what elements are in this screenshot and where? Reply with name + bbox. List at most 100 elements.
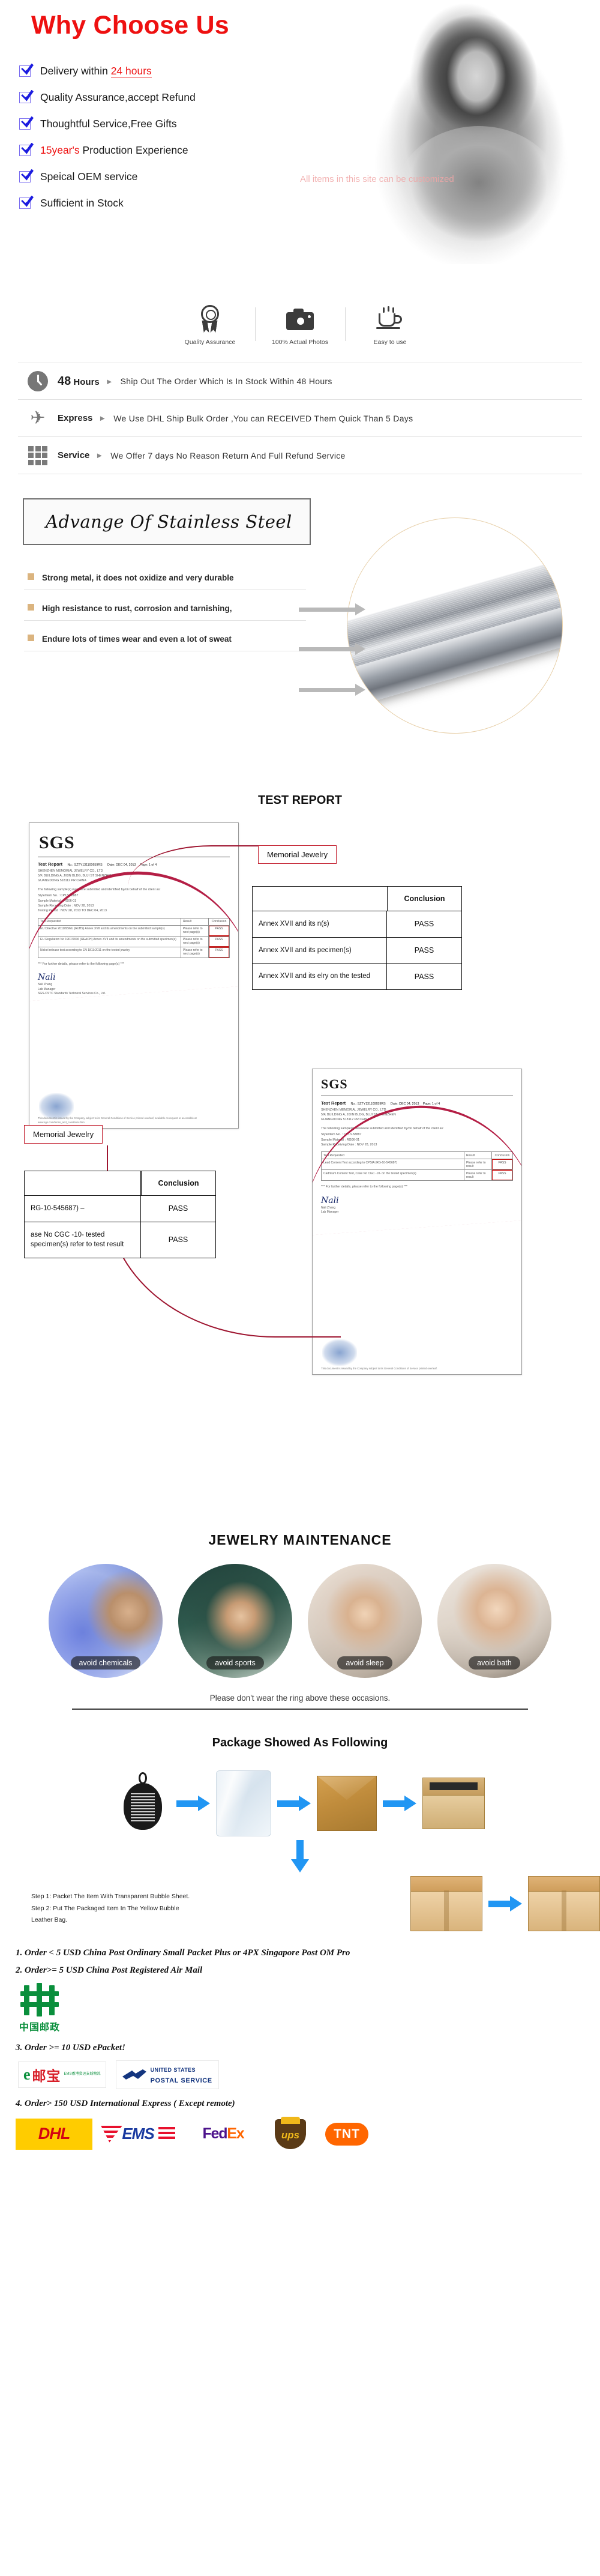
- package-flow-row-1: [0, 1770, 600, 1836]
- china-post-logo-row: 中国邮政: [18, 1982, 600, 2033]
- list-item-label: Quality Assurance,accept Refund: [40, 91, 196, 103]
- sgs-report-document-a: SGS Test Report No.: SZTY131100659RS Dat…: [29, 822, 239, 1129]
- table-header-row: Conclusion: [253, 887, 461, 911]
- ups-shield-icon: ups: [275, 2116, 306, 2149]
- table-cell-result: PASS: [168, 1235, 188, 1244]
- maintenance-caption: avoid bath: [437, 1656, 551, 1670]
- service-row-service: Service ► We Offer 7 days No Reason Retu…: [18, 437, 582, 474]
- service-lead: 48 Hours: [58, 374, 100, 388]
- arrow-down-icon: [291, 1839, 309, 1872]
- list-item-label: Thoughtful Service,Free Gifts: [40, 117, 177, 130]
- tnt-label: TNT: [334, 2126, 360, 2141]
- service-body: We Offer 7 days No Reason Return And Ful…: [110, 450, 346, 460]
- list-item: Endure lots of times wear and even a lot…: [24, 634, 306, 651]
- chevron-right-icon: ►: [98, 414, 107, 423]
- usps-eagle-icon: [122, 2068, 146, 2081]
- arrow-right-icon: [488, 1895, 522, 1911]
- package-step: Step 2: Put The Packaged Item In The Yel…: [31, 1904, 179, 1912]
- maintenance-caption: avoid chemicals: [49, 1656, 163, 1670]
- report-footer: This document is issued by the Company s…: [321, 1366, 437, 1370]
- package-section: Package Showed As Following Step 1: Pack…: [0, 1716, 600, 1937]
- dhl-logo: DHL: [16, 2118, 92, 2150]
- china-post-mark-icon: [18, 1982, 61, 2018]
- list-item: High resistance to rust, corrosion and t…: [24, 603, 306, 621]
- shipping-option-3: 3. Order >= 10 USD ePacket!: [16, 2042, 125, 2053]
- check-icon: [19, 65, 31, 77]
- carton-open-icon: [410, 1875, 482, 1931]
- test-report-section: TEST REPORT SGS Test Report No.: SZTY131…: [0, 790, 600, 1516]
- list-item: 15year's Production Experience: [19, 137, 355, 163]
- check-icon: [19, 170, 31, 182]
- steel-point-text: Endure lots of times wear and even a lot…: [42, 635, 232, 644]
- pendant-product-icon: [115, 1771, 170, 1836]
- memorial-jewelry-label: Memorial Jewelry: [258, 845, 337, 864]
- official-stamp: [39, 1093, 74, 1120]
- pointer-arrow-icon: [299, 643, 365, 655]
- maintenance-note: Please don't wear the ring above these o…: [209, 1694, 391, 1703]
- usps-line-1: UNITED STATES: [150, 2066, 196, 2073]
- table-header-cell: [253, 887, 387, 911]
- package-step: Step 1: Packet The Item With Transparent…: [31, 1893, 190, 1901]
- table-header-row: Conclusion: [25, 1171, 215, 1196]
- check-icon: [19, 144, 31, 156]
- table-cell-test: Annex XVII and its pecimen(s): [253, 937, 387, 964]
- shipping-option-4: 4. Order> 150 USD International Express …: [16, 2098, 235, 2108]
- maintenance-tile-avoid-sports: avoid sports: [178, 1564, 292, 1678]
- conclusion-table-a: Conclusion Annex XVII and its n(s) PASS …: [252, 886, 462, 991]
- check-icon: [19, 118, 31, 130]
- pointer-arrow-icon: [299, 684, 365, 696]
- watermark-text: All items in this site can be customized: [300, 174, 454, 184]
- list-item: Delivery within 24 hours: [19, 58, 355, 84]
- check-icon: [19, 197, 31, 209]
- shipping-options-section: 1. Order < 5 USD China Post Ordinary Sma…: [0, 1937, 600, 2168]
- badge-actual-photos: 100% Actual Photos: [255, 303, 345, 346]
- steel-point-text: Strong metal, it does not oxidize and ve…: [42, 573, 234, 582]
- table-cell-result: PASS: [414, 972, 434, 981]
- table-row: ase No CGC -10- tested specimen(s) refer…: [25, 1222, 215, 1258]
- airplane-icon: ✈: [30, 408, 46, 428]
- maintenance-tile-avoid-sleep: avoid sleep: [308, 1564, 422, 1678]
- official-stamp: [322, 1339, 357, 1366]
- list-item: Sufficient in Stock: [19, 190, 355, 216]
- grid-icon: [18, 445, 58, 465]
- epacket-sub-label: EMS香港货运支线物流: [64, 2072, 101, 2076]
- table-cell-test: Annex XVII and its n(s): [253, 911, 387, 937]
- decorative-swoosh: [29, 863, 238, 1002]
- table-row: Annex XVII and its n(s) PASS: [253, 911, 461, 938]
- maintenance-caption: avoid sports: [178, 1656, 292, 1670]
- quality-medal-icon: [173, 303, 247, 336]
- table-cell-test: RG-10-545687) –: [25, 1196, 141, 1222]
- ups-logo: ups: [269, 2116, 312, 2150]
- maintenance-tile-avoid-chemicals: avoid chemicals: [49, 1564, 163, 1678]
- report-heading: Test Report No.: SZTY131100659RS Date: D…: [38, 861, 157, 867]
- service-body: We Use DHL Ship Bulk Order ,You can RECE…: [113, 413, 413, 423]
- camera-icon: [263, 303, 337, 336]
- fedex-label-b: Ex: [227, 2125, 244, 2143]
- sgs-report-document-b: SGS Test Report No.: SZTY131100659RS Dat…: [312, 1069, 522, 1375]
- report-footer: This document is issued by the Company s…: [38, 1117, 197, 1124]
- shipping-option-2: 2. Order>= 5 USD China Post Registered A…: [16, 1965, 203, 1975]
- report-heading: Test Report No.: SZTY131100659RS Date: D…: [321, 1100, 440, 1106]
- sgs-logo: SGS: [321, 1076, 348, 1091]
- model-torso: [395, 126, 563, 267]
- steel-heading-box: Advange Of Stainless Steel: [23, 498, 311, 545]
- jewelry-maintenance-section: JEWELRY MAINTENANCE avoid chemicals avoi…: [0, 1516, 600, 1716]
- list-item: Quality Assurance,accept Refund: [19, 84, 355, 110]
- arrow-right-icon: [383, 1795, 416, 1811]
- stainless-steel-section: Advange Of Stainless Steel Strong metal,…: [0, 490, 600, 790]
- epacket-usps-logo-row: e 邮宝 EMS香港货运支线物流 UNITED STATES POSTAL SE…: [18, 2060, 600, 2089]
- list-item-label: Delivery within 24 hours: [40, 64, 152, 77]
- list-item-label: Sufficient in Stock: [40, 196, 124, 209]
- fedex-logo: Fed Ex: [184, 2119, 263, 2150]
- package-step: Leather Bag.: [31, 1916, 68, 1924]
- service-lead: Service: [58, 450, 90, 460]
- shipping-option-1: 1. Order < 5 USD China Post Ordinary Sma…: [16, 1947, 350, 1958]
- sgs-logo: SGS: [39, 833, 75, 852]
- product-detail-page: Why Choose Us Delivery within 24 hours Q…: [0, 0, 600, 2168]
- section-title: TEST REPORT: [257, 794, 342, 807]
- carton-sealed-icon: [528, 1875, 600, 1931]
- divider: [72, 1709, 528, 1710]
- steel-advantages-list: Strong metal, it does not oxidize and ve…: [24, 573, 306, 665]
- ems-stripes-icon: [158, 2126, 175, 2140]
- epacket-e-mark: e: [23, 2065, 31, 2083]
